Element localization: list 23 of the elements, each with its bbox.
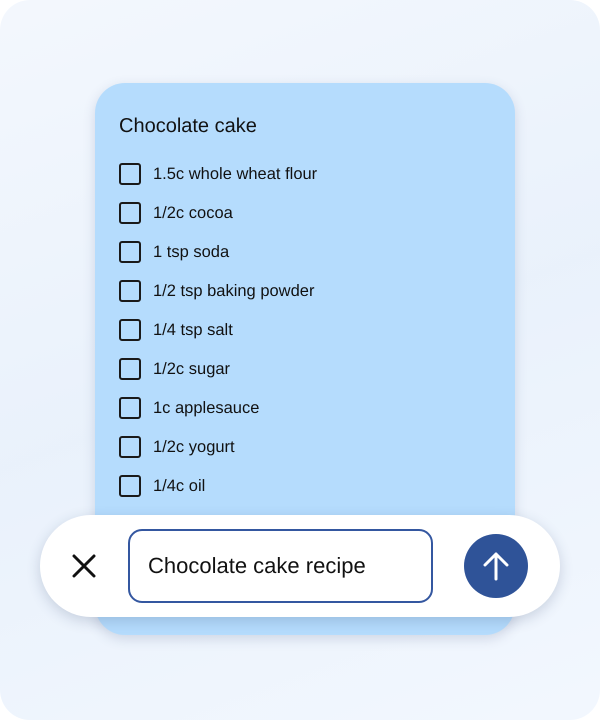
checkbox[interactable] (119, 358, 141, 380)
checkbox[interactable] (119, 436, 141, 458)
ingredient-label: 1.5c whole wheat flour (153, 164, 318, 184)
checkbox[interactable] (119, 475, 141, 497)
arrow-up-icon (482, 551, 510, 581)
prompt-input-field[interactable]: Chocolate cake recipe (128, 529, 433, 603)
ingredient-label: 1/2c cocoa (153, 204, 233, 222)
ingredient-label: 1/4c oil (153, 476, 206, 496)
ingredient-label: 1/2c yogurt (153, 438, 235, 456)
ingredient-label: 1/2c sugar (153, 360, 230, 378)
ingredient-label: 1c applesauce (153, 398, 260, 418)
checkbox[interactable] (119, 280, 141, 302)
ingredient-label: 1/2 tsp baking powder (153, 282, 314, 300)
close-icon (72, 554, 96, 578)
note-title: Chocolate cake (119, 114, 258, 139)
checkbox[interactable] (119, 397, 141, 419)
checkbox[interactable] (119, 163, 141, 185)
ingredient-label: 1 tsp soda (153, 242, 230, 262)
checkbox[interactable] (119, 319, 141, 341)
close-button[interactable] (70, 552, 98, 580)
checkbox[interactable] (119, 202, 141, 224)
checkbox[interactable] (119, 241, 141, 263)
ingredient-label: 1/4 tsp salt (153, 320, 233, 340)
